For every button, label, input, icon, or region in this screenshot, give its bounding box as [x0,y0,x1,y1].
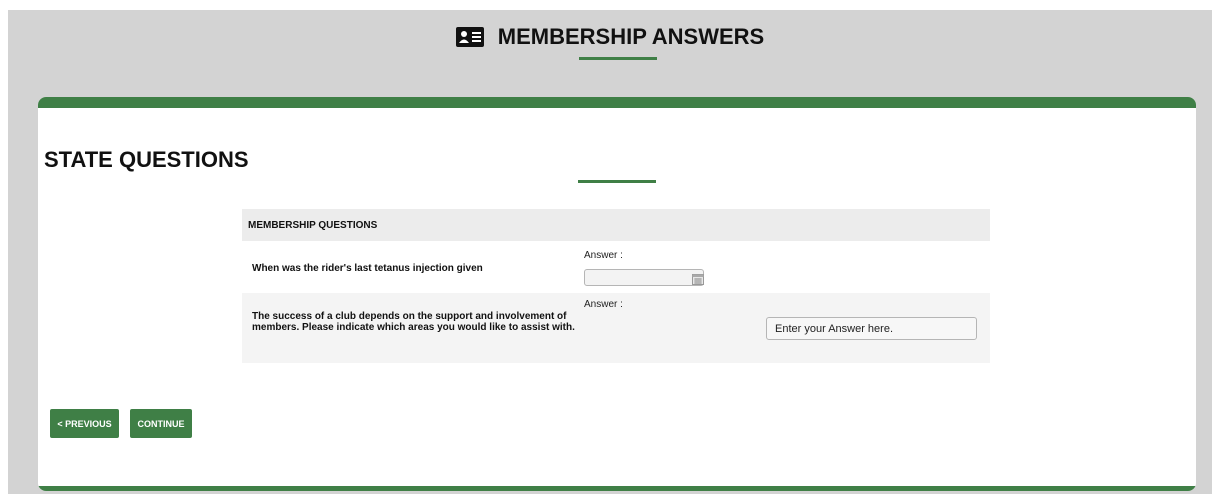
answer-input[interactable] [766,317,977,340]
question-text: When was the rider's last tetanus inject… [252,263,483,274]
question-text: The success of a club depends on the sup… [252,311,575,333]
date-input[interactable] [584,269,704,286]
content-card: STATE QUESTIONS MEMBERSHIP QUESTIONS Whe… [38,97,1196,491]
answer-label: Answer : [584,250,623,261]
section-title: STATE QUESTIONS [44,147,249,172]
page-title-wrapper: MEMBERSHIP ANSWERS [8,24,1212,50]
title-underline [579,57,657,60]
card-bottom-bar [38,486,1196,491]
page-header: MEMBERSHIP ANSWERS [8,10,1212,100]
questions-header: MEMBERSHIP QUESTIONS [242,209,990,241]
calendar-icon[interactable] [692,272,704,285]
questions-table: MEMBERSHIP QUESTIONS When was the rider'… [242,209,990,363]
previous-button[interactable]: < PREVIOUS [50,409,119,438]
section-underline [578,180,656,183]
continue-button[interactable]: CONTINUE [130,409,192,438]
question-row: The success of a club depends on the sup… [242,293,990,363]
question-row: When was the rider's last tetanus inject… [242,241,990,293]
page-title: MEMBERSHIP ANSWERS [497,24,765,49]
answer-label: Answer : [584,299,623,310]
id-card-icon [455,27,484,47]
card-top-bar [38,97,1196,108]
